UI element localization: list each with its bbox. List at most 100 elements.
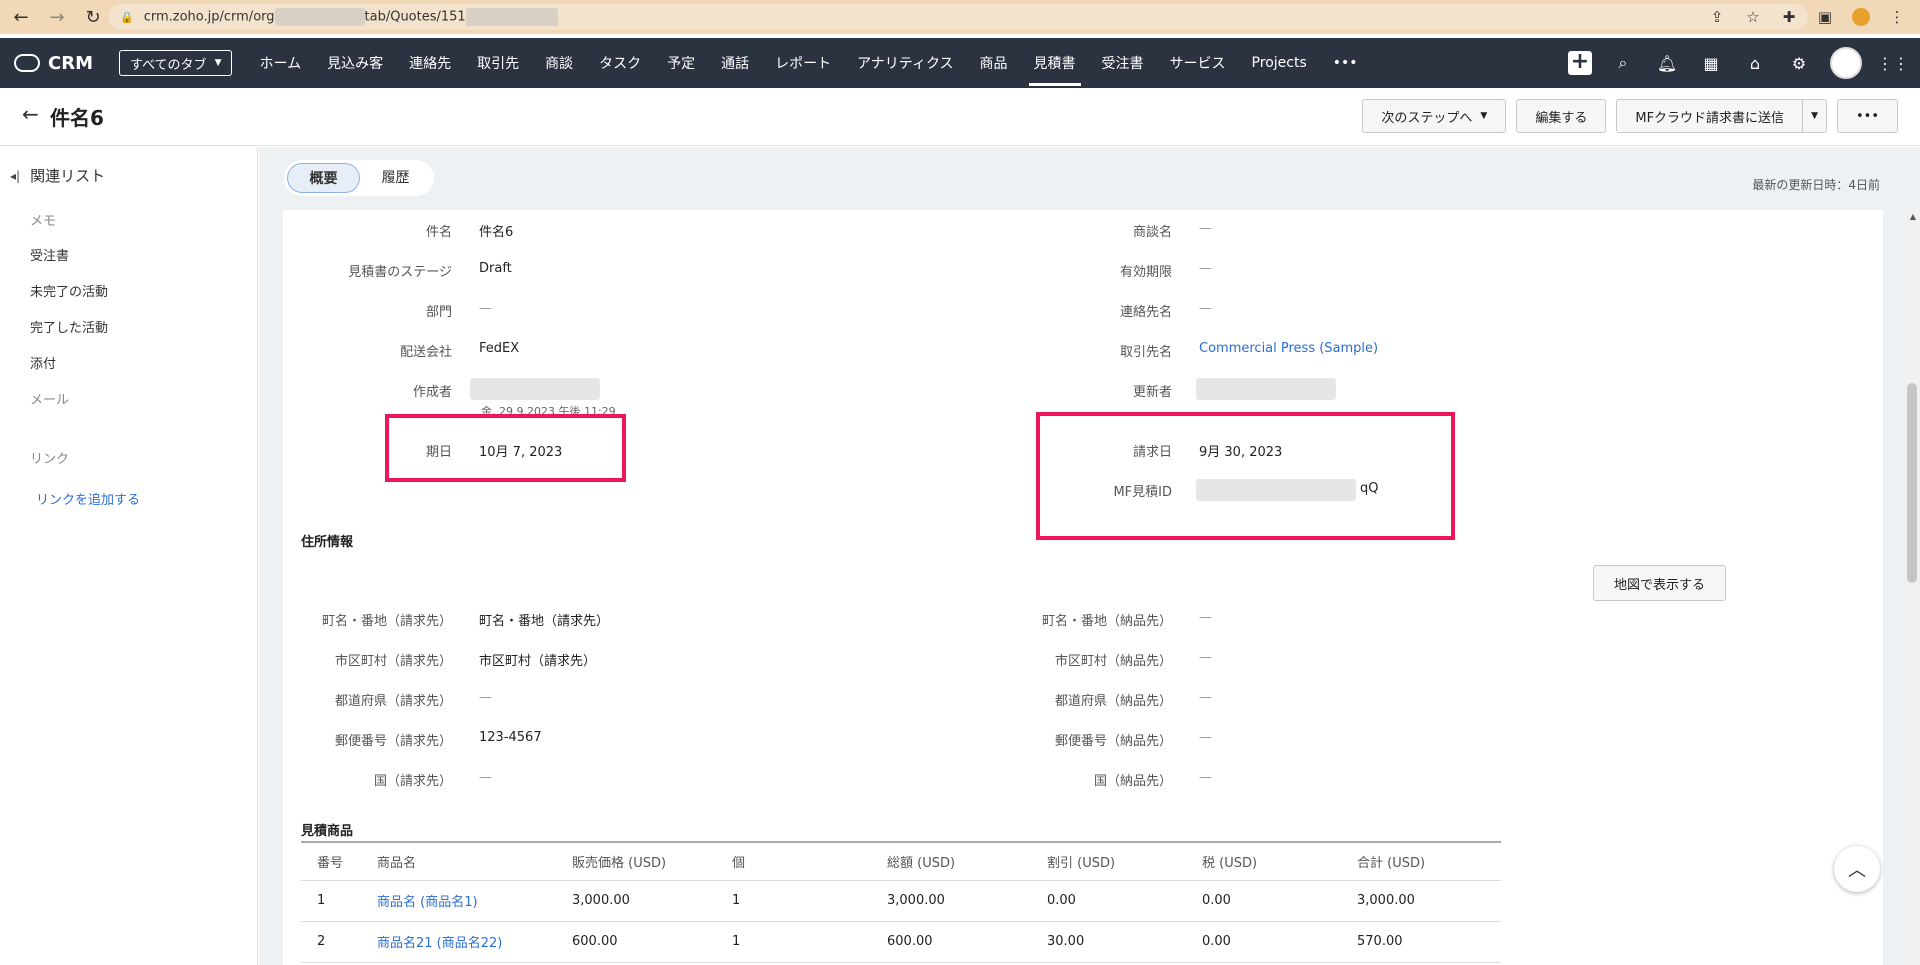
nav-item-5[interactable]: タスク (586, 38, 654, 88)
subject-value[interactable]: 件名6 (479, 221, 513, 240)
bill-street-value[interactable]: 町名・番地（請求先） (479, 610, 609, 629)
chevron-up-icon: ︿ (1848, 860, 1866, 881)
show-map-button[interactable]: 地図で表示する (1593, 565, 1727, 601)
send-mf-button[interactable]: MFクラウド請求書に送信 (1616, 99, 1804, 133)
sidepanel-icon[interactable]: ▣ (1812, 4, 1838, 30)
nav-item-9[interactable]: アナリティクス (844, 38, 966, 88)
carrier-value[interactable]: FedEX (479, 341, 519, 356)
stage-value[interactable]: Draft (479, 261, 512, 276)
tab-history[interactable]: 履歴 (360, 163, 431, 193)
send-mf-dropdown[interactable]: ▼ (1803, 99, 1827, 133)
bill-country-value[interactable]: — (479, 770, 492, 785)
valid-till-value[interactable]: — (1199, 261, 1212, 276)
table-cell: 2 (301, 921, 361, 963)
tab-overview[interactable]: 概要 (287, 163, 360, 193)
logo-text: CRM (48, 52, 93, 74)
stage-label: 見積書のステージ (348, 265, 452, 280)
nav-item-13[interactable]: サービス (1157, 38, 1239, 88)
nav-item-4[interactable]: 商談 (532, 38, 586, 88)
search-icon[interactable]: ⌕ (1610, 50, 1636, 76)
header-actions: + ⌕ 🔔︎ ▦ ⌂ ⚙ ⋮⋮ (1568, 38, 1909, 88)
forward-icon[interactable]: → (42, 2, 72, 32)
create-plus-icon[interactable]: + (1568, 51, 1592, 75)
ship-city-value[interactable]: — (1199, 650, 1212, 665)
sidebar-item-attachments[interactable]: 添付 (30, 353, 56, 372)
collapse-icon[interactable]: ◂| (10, 169, 20, 183)
all-tabs-select[interactable]: すべてのタブ ▼ (118, 50, 233, 76)
nav-item-8[interactable]: レポート (762, 38, 844, 88)
sidebar-item-closed-activities[interactable]: 完了した活動 (30, 317, 108, 336)
back-arrow-icon[interactable]: ← (22, 102, 39, 126)
main-nav: ホーム 見込み客 連絡先 取引先 商談 タスク 予定 通話 レポート アナリティクス 商品 見積書 受注… (246, 38, 1370, 88)
apps-grid-icon[interactable]: ⋮⋮ (1877, 50, 1909, 76)
scrollbar-thumb[interactable] (1907, 383, 1917, 583)
edit-button[interactable]: 編集する (1516, 99, 1607, 133)
caret-down-icon: ▼ (1811, 111, 1818, 121)
menu-icon[interactable]: ⋮ (1884, 4, 1910, 30)
bill-zip-value[interactable]: 123-4567 (479, 730, 542, 745)
ship-zip-value[interactable]: — (1199, 730, 1212, 745)
nav-item-11[interactable]: 見積書 (1021, 38, 1089, 88)
nav-item-1[interactable]: 見込み客 (314, 38, 396, 88)
nav-item-7[interactable]: 通話 (708, 38, 762, 88)
product-link[interactable]: 商品名 (商品名1) (361, 880, 556, 922)
bill-city-value[interactable]: 市区町村（請求先） (479, 650, 596, 669)
bell-icon[interactable]: 🔔︎ (1654, 50, 1680, 76)
nav-item-10[interactable]: 商品 (967, 38, 1021, 88)
nav-item-0[interactable]: ホーム (246, 38, 314, 88)
profile-icon[interactable] (1848, 4, 1874, 30)
address-bar[interactable]: 🔒 crm.zoho.jp/crm/org tab/Quotes/151 (108, 4, 1808, 30)
ship-country-value[interactable]: — (1199, 770, 1212, 785)
ship-state-value[interactable]: — (1199, 690, 1212, 705)
nav-item-3[interactable]: 取引先 (464, 38, 532, 88)
share-icon[interactable]: ⇪ (1704, 4, 1730, 30)
marketplace-icon[interactable]: ⌂ (1742, 50, 1768, 76)
nav-more-button[interactable]: ••• (1320, 38, 1371, 88)
caret-down-icon: ▼ (1480, 111, 1488, 121)
ship-zip-label: 郵便番号（納品先） (1054, 734, 1172, 749)
reload-icon[interactable]: ↻ (78, 2, 108, 32)
table-cell: 1 (716, 921, 871, 963)
related-list-heading[interactable]: ◂| 関連リスト (10, 165, 105, 186)
column-header: 番号 (301, 841, 361, 881)
created-by-label: 作成者 (412, 385, 452, 400)
extensions-icon[interactable]: ✚ (1776, 4, 1802, 30)
team-value[interactable]: — (479, 301, 492, 316)
column-header: 総額 (USD) (871, 841, 1031, 881)
ship-street-label: 町名・番地（納品先） (1041, 614, 1172, 629)
scroll-up-icon[interactable]: ▲ (1910, 212, 1916, 221)
column-header: 税 (USD) (1186, 841, 1341, 881)
nav-item-2[interactable]: 連絡先 (396, 38, 464, 88)
ship-state-label: 都道府県（納品先） (1054, 694, 1172, 709)
nav-item-6[interactable]: 予定 (654, 38, 708, 88)
scrollbar[interactable] (1904, 210, 1920, 965)
user-avatar[interactable] (1830, 47, 1862, 79)
calendar-icon[interactable]: ▦ (1698, 50, 1724, 76)
scroll-to-top-button[interactable]: ︿ (1834, 846, 1880, 892)
browser-toolbar: ← → ↻ 🔒 crm.zoho.jp/crm/org tab/Quotes/15… (0, 0, 1920, 34)
sidebar-item-notes[interactable]: メモ (30, 210, 56, 229)
sidebar-item-emails[interactable]: メール (30, 389, 69, 408)
nav-item-12[interactable]: 受注書 (1089, 38, 1157, 88)
sidebar-item-sales-orders[interactable]: 受注書 (30, 245, 69, 264)
deal-label: 商談名 (1132, 225, 1172, 240)
account-link[interactable]: Commercial Press (Sample) (1199, 341, 1378, 356)
ship-street-value[interactable]: — (1199, 610, 1212, 625)
gear-icon[interactable]: ⚙ (1786, 50, 1812, 76)
bill-state-value[interactable]: — (479, 690, 492, 705)
product-link[interactable]: 商品名21 (商品名22) (361, 921, 556, 963)
deal-value[interactable]: — (1199, 221, 1212, 236)
table-cell: 1 (716, 880, 871, 922)
more-actions-button[interactable]: ••• (1836, 99, 1898, 133)
table-cell: 3,000.00 (1341, 880, 1501, 922)
sidebar-item-open-activities[interactable]: 未完了の活動 (30, 281, 108, 300)
back-icon[interactable]: ← (6, 2, 36, 32)
add-link-button[interactable]: リンクを追加する (36, 489, 140, 508)
table-cell: 600.00 (556, 921, 716, 963)
nav-item-14[interactable]: Projects (1239, 38, 1320, 88)
url-mid: tab/Quotes/151 (364, 9, 466, 25)
crm-logo[interactable]: CRM (14, 53, 93, 74)
star-icon[interactable]: ☆ (1740, 4, 1766, 30)
contact-value[interactable]: — (1199, 301, 1212, 316)
next-step-button[interactable]: 次のステップへ ▼ (1362, 99, 1507, 133)
